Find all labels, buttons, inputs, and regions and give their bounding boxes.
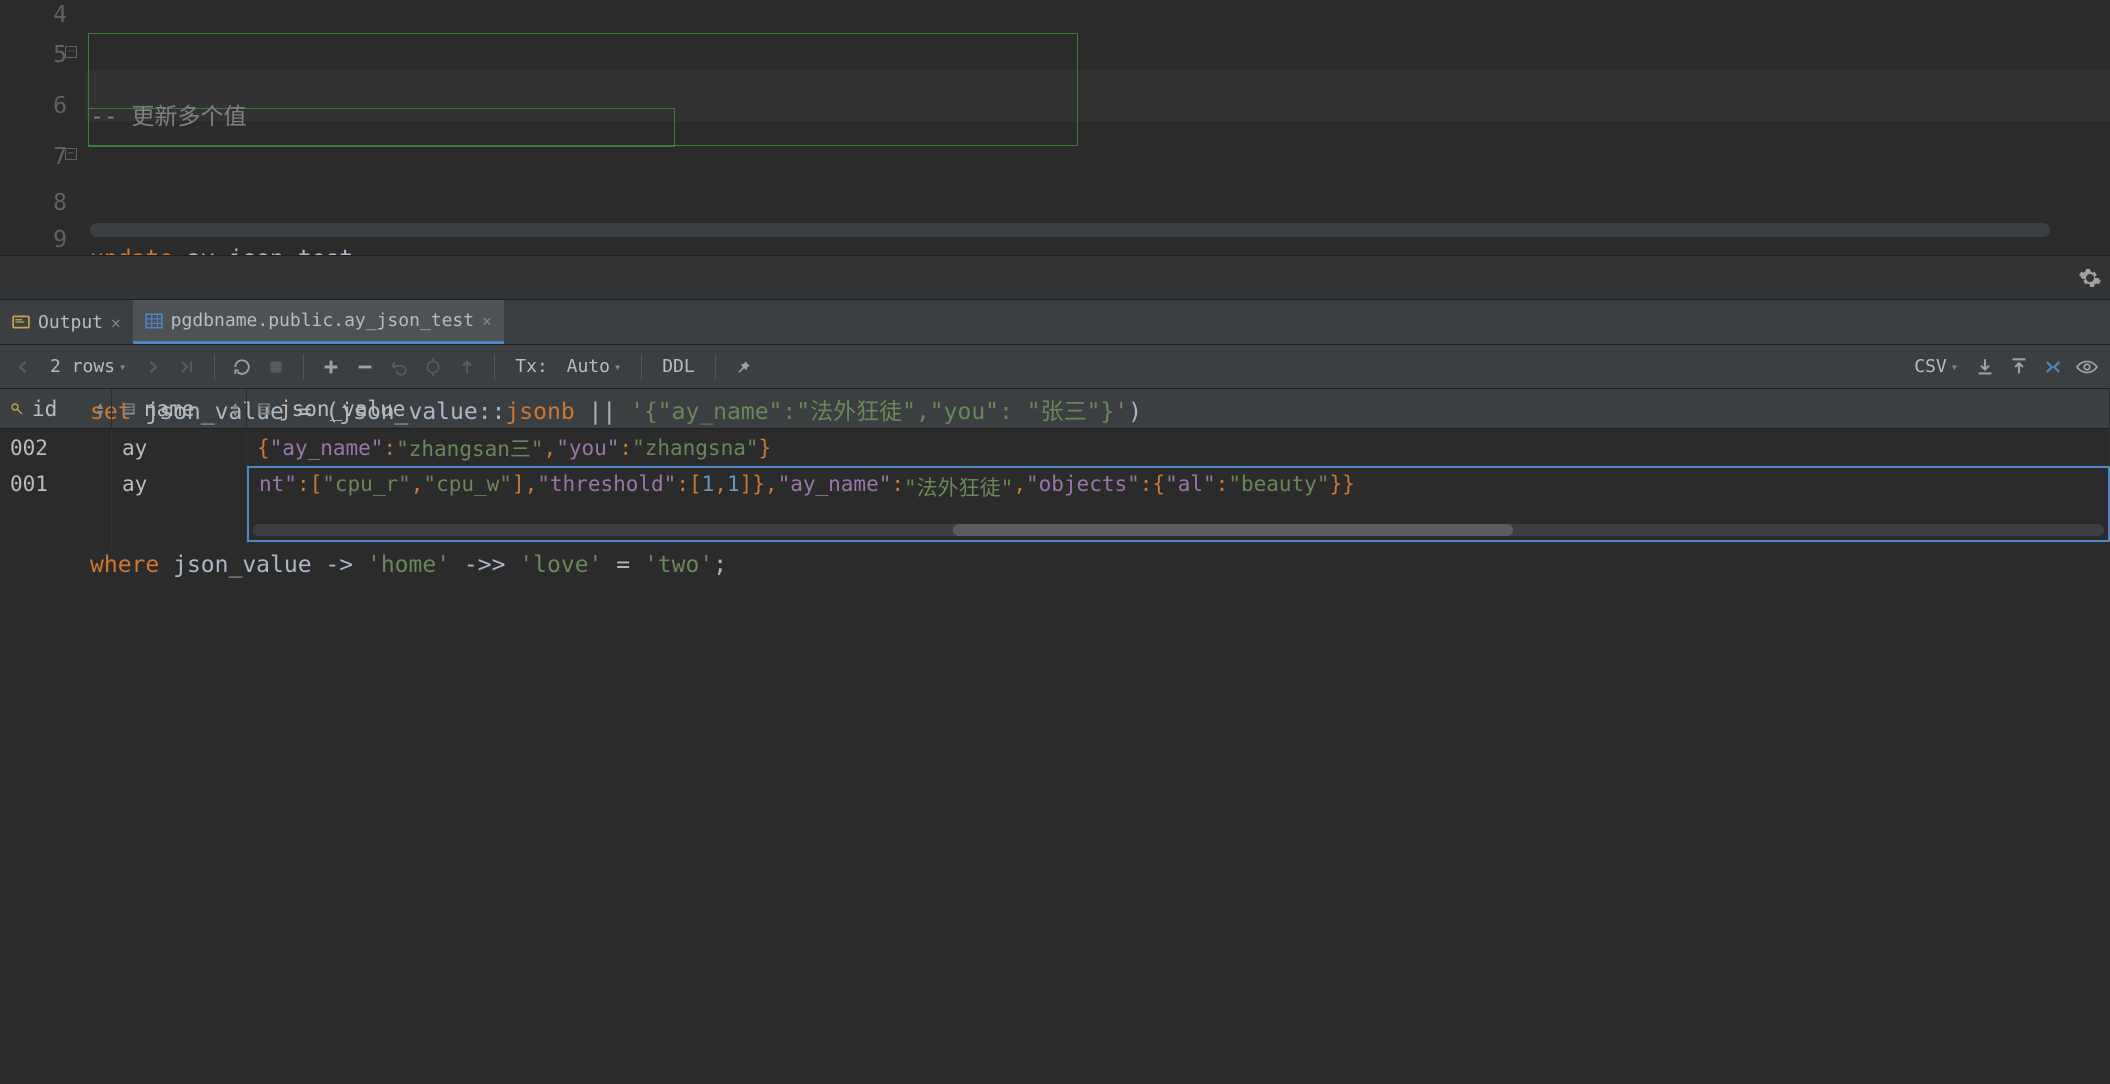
sort-indicator-icon[interactable]: ▴▾ xyxy=(95,401,105,417)
result-grid-header: id ▴▾ name ▴▾ json_value xyxy=(0,389,2110,429)
cell-json-value-editing[interactable]: nt": ["cpu_r", "cpu_w"], "threshold": [1… xyxy=(247,466,2110,542)
scrollbar-thumb[interactable] xyxy=(953,524,1513,536)
gear-icon[interactable] xyxy=(2078,266,2102,290)
line-number: 6 xyxy=(0,81,67,132)
column-header-json-value[interactable]: json_value xyxy=(247,389,2110,428)
output-icon xyxy=(12,313,30,331)
download-button[interactable] xyxy=(1970,352,2000,382)
cell-id[interactable]: 001 xyxy=(0,466,112,549)
view-button[interactable] xyxy=(2072,352,2102,382)
key-icon xyxy=(10,402,24,416)
tool-window-separator xyxy=(0,255,2110,300)
column-header-name[interactable]: name ▴▾ xyxy=(112,389,247,428)
sql-keyword: where xyxy=(90,552,159,578)
sql-string: 'home' xyxy=(367,552,450,578)
cell-name[interactable]: ay xyxy=(112,429,247,466)
sql-string: 'two' xyxy=(644,552,713,578)
cell-name[interactable]: ay xyxy=(112,466,247,549)
line-number: 7 − xyxy=(0,132,67,183)
sql-editor[interactable]: 4 5 − 6 7 − 8 9 -- 更新多个值 update ay_json_… xyxy=(0,0,2110,255)
cell-horizontal-scrollbar[interactable] xyxy=(253,524,2104,536)
column-icon xyxy=(257,402,271,416)
export-format-selector[interactable]: CSV▾ xyxy=(1906,356,1966,377)
sql-operator: = xyxy=(602,552,644,578)
column-icon xyxy=(122,402,136,416)
editor-horizontal-scrollbar[interactable] xyxy=(90,223,2050,237)
line-number-gutter: 4 5 − 6 7 − 8 9 xyxy=(0,0,85,255)
sql-identifier: json_value -> xyxy=(159,552,367,578)
sql-string: 'love' xyxy=(519,552,602,578)
result-grid-body: 002 ay {"ay_name":"zhangsan三","you": "zh… xyxy=(0,429,2110,549)
table-row[interactable]: 001 ay nt": ["cpu_r", "cpu_w"], "thresho… xyxy=(0,466,2110,549)
upload-button[interactable] xyxy=(2004,352,2034,382)
column-label: id xyxy=(32,397,57,421)
sort-indicator-icon[interactable]: ▴▾ xyxy=(230,401,240,417)
line-number: 8 xyxy=(0,183,67,223)
cell-id[interactable]: 002 xyxy=(0,429,112,466)
sql-operator: ->> xyxy=(450,552,519,578)
sql-comment: -- 更新多个值 xyxy=(90,104,247,130)
column-label: name xyxy=(144,397,195,421)
table-row[interactable]: 002 ay {"ay_name":"zhangsan三","you": "zh… xyxy=(0,429,2110,466)
fold-marker-icon[interactable]: − xyxy=(65,148,77,160)
cell-json-value[interactable]: {"ay_name":"zhangsan三","you": "zhangsna"… xyxy=(247,429,2110,466)
line-number: 5 − xyxy=(0,30,67,81)
code-line[interactable]: -- 更新多个值 xyxy=(90,102,1142,132)
line-number: 4 xyxy=(0,0,67,30)
code-area[interactable]: -- 更新多个值 update ay_json_test set json_va… xyxy=(85,0,1142,255)
line-number: 9 xyxy=(0,223,67,257)
column-header-id[interactable]: id ▴▾ xyxy=(0,389,112,428)
compare-button[interactable] xyxy=(2038,352,2068,382)
prev-page-button[interactable] xyxy=(8,352,38,382)
column-label: json_value xyxy=(279,397,405,421)
fold-marker-icon[interactable]: − xyxy=(65,46,77,58)
sql-punct: ; xyxy=(713,552,727,578)
